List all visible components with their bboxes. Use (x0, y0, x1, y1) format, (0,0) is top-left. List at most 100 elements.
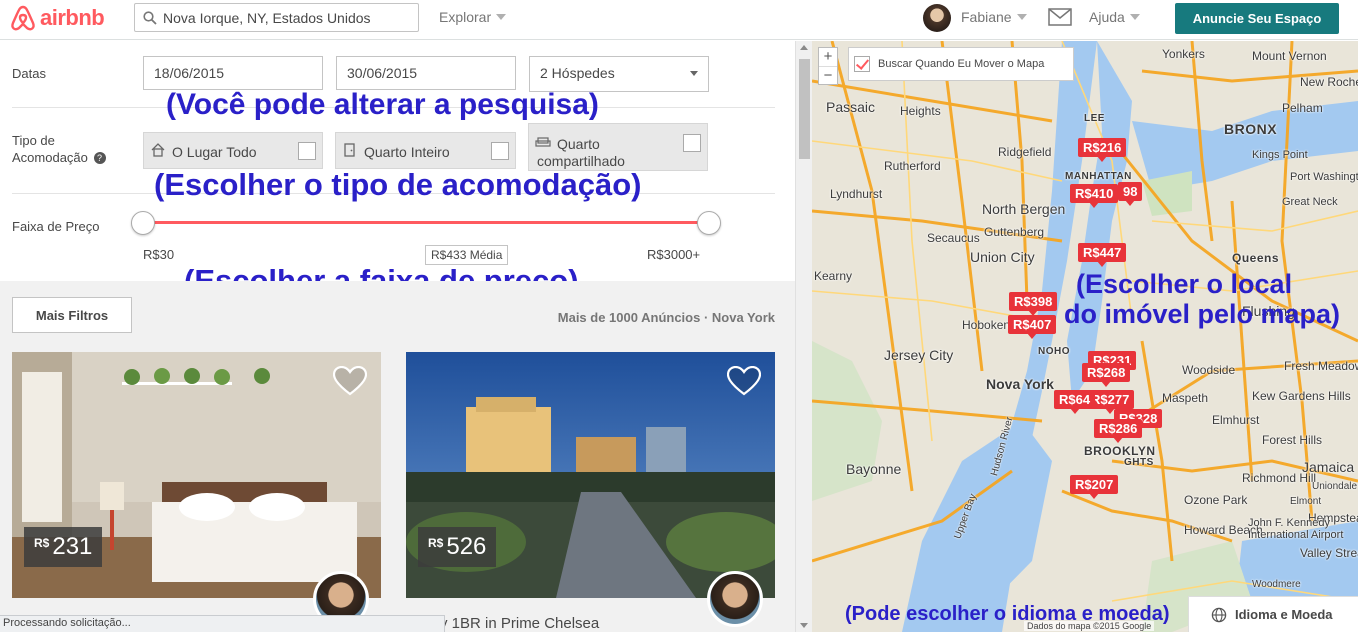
map-price-pin[interactable]: R$207 (1070, 475, 1119, 499)
map-zoom-controls[interactable]: + − (818, 47, 838, 85)
price-max-handle[interactable] (697, 211, 721, 235)
more-filters-button[interactable]: Mais Filtros (12, 297, 132, 333)
annotation-search: (Você pode alterar a pesquisa) (166, 88, 599, 121)
user-avatar[interactable] (923, 4, 951, 32)
map-place-label: North Bergen (982, 201, 1066, 217)
map-price-pin[interactable]: R$286 (1094, 419, 1143, 443)
map-place-label: BROOKLYN (1084, 444, 1156, 458)
price-currency: R$ (34, 536, 50, 550)
map-price-pin[interactable]: R$447 (1078, 243, 1127, 267)
map-place-label: Ridgefield (998, 145, 1052, 159)
map-place-label: LEE (1084, 113, 1105, 124)
map-place-label: Valley Stream (1300, 546, 1358, 560)
zoom-out-button[interactable]: − (819, 66, 837, 84)
search-when-map-moves-toggle[interactable]: Buscar Quando Eu Mover o Mapa (848, 47, 1074, 81)
listing-card[interactable]: R$ 231 (12, 352, 381, 598)
map-place-label: Pelham (1282, 101, 1323, 115)
guests-select[interactable]: 2 Hóspedes (529, 56, 709, 92)
mail-icon[interactable] (1048, 8, 1072, 26)
left-panel-scrollbar[interactable] (795, 41, 812, 632)
map-place-label: Mount Vernon (1252, 49, 1327, 63)
room-type-entire-place[interactable]: O Lugar Todo (143, 132, 323, 169)
map-place-label: Uniondale (1312, 481, 1358, 492)
map-place-label: Port Washington (1290, 171, 1358, 183)
map-place-label: Elmont (1290, 496, 1322, 507)
map-place-label: Fresh Meadows (1284, 359, 1358, 373)
user-menu[interactable]: Fabiane (961, 9, 1027, 25)
scroll-down-arrow-icon[interactable] (800, 623, 808, 628)
map[interactable]: + − Buscar Quando Eu Mover o Mapa Passai… (812, 41, 1358, 632)
checkbox[interactable] (298, 142, 316, 160)
map-place-label: Lyndhurst (830, 187, 883, 201)
explore-label: Explorar (439, 9, 492, 25)
room-type-private-room[interactable]: Quarto Inteiro (335, 132, 516, 169)
price-range-label: Faixa de Preço (12, 219, 100, 234)
map-price-pin[interactable]: R$398 (1009, 292, 1058, 316)
explore-menu[interactable]: Explorar (439, 9, 507, 25)
checkbox-checked[interactable] (854, 56, 870, 72)
listings-section: Mais Filtros Mais de 1000 Anúncios · Nov… (0, 281, 795, 632)
list-your-space-button[interactable]: Anuncie Seu Espaço (1175, 3, 1339, 34)
favorite-heart-icon[interactable] (727, 366, 761, 396)
map-place-label: Guttenberg (984, 225, 1045, 239)
map-place-label: Rutherford (884, 159, 941, 173)
price-slider-track[interactable] (143, 221, 709, 224)
help-icon[interactable]: ? (93, 152, 106, 164)
user-name: Fabiane (961, 9, 1012, 25)
checkbox[interactable] (491, 142, 509, 160)
checkin-field[interactable]: 18/06/2015 (143, 56, 323, 90)
room-type-label: Quarto Inteiro (364, 144, 450, 160)
map-place-label: Kearny (814, 269, 853, 283)
map-place-label: New Rochelle (1300, 75, 1358, 89)
airbnb-logo-icon (11, 5, 35, 31)
price-min-handle[interactable] (131, 211, 155, 235)
map-price-pin[interactable]: 98 (1118, 182, 1143, 206)
map-price-pin[interactable]: R$268 (1082, 363, 1131, 387)
language-currency-button[interactable]: Idioma e Moeda (1188, 596, 1358, 632)
map-price-pin[interactable]: R$410 (1070, 184, 1119, 208)
logo-text: airbnb (40, 5, 105, 30)
chevron-down-icon (1016, 14, 1027, 20)
listing-title[interactable]: y 1BR in Prime Chelsea (440, 615, 599, 632)
map-place-label: Woodmere (1252, 579, 1301, 590)
map-place-label: Yonkers (1162, 47, 1205, 61)
chevron-down-icon (496, 14, 507, 20)
listing-card[interactable]: R$ 526 (406, 352, 775, 598)
location-search[interactable] (134, 3, 419, 32)
map-place-label: Jersey City (884, 347, 954, 363)
map-price-pin[interactable]: R$216 (1078, 138, 1127, 162)
airbnb-logo[interactable]: airbnb (10, 4, 105, 32)
checkout-field[interactable]: 30/06/2015 (336, 56, 516, 90)
map-place-label: Union City (970, 249, 1035, 265)
map-place-label: Great Neck (1282, 196, 1338, 208)
map-place-label: Jamaica (1302, 459, 1355, 475)
map-place-label: Hoboken (962, 318, 1011, 332)
map-place-label: Kew Gardens Hills (1252, 389, 1351, 403)
map-place-label: Maspeth (1162, 391, 1209, 405)
listing-price: R$ 231 (24, 527, 103, 567)
language-currency-label: Idioma e Moeda (1235, 607, 1333, 622)
scroll-thumb[interactable] (799, 59, 810, 159)
search-input[interactable] (163, 9, 413, 26)
price-value: 231 (52, 533, 93, 560)
map-price-pin[interactable]: R$64 (1054, 390, 1096, 414)
results-count: Mais de 1000 Anúncios · Nova York (557, 310, 775, 325)
checkbox[interactable] (683, 134, 701, 152)
map-price-pin[interactable]: R$407 (1008, 315, 1057, 339)
annotation-room-type: (Escolher o tipo de acomodação) (154, 167, 642, 202)
search-when-map-moves-label: Buscar Quando Eu Mover o Mapa (878, 58, 1045, 70)
host-avatar[interactable] (707, 571, 763, 627)
map-place-label: NOHO (1038, 346, 1070, 357)
map-place-label: GHTS (1124, 457, 1154, 468)
scroll-up-arrow-icon[interactable] (800, 45, 808, 50)
help-menu[interactable]: Ajuda (1089, 9, 1140, 25)
dates-label: Datas (12, 66, 46, 81)
favorite-heart-icon[interactable] (333, 366, 367, 396)
room-type-label: Quarto compartilhado (537, 136, 625, 169)
guests-value: 2 Hóspedes (540, 65, 615, 81)
room-type-label-text: Acomodação (12, 150, 88, 165)
zoom-in-button[interactable]: + (819, 48, 837, 66)
room-type-shared-room[interactable]: Quarto compartilhado (528, 123, 708, 171)
map-place-label: Ozone Park (1184, 493, 1248, 507)
chevron-down-icon (1129, 14, 1140, 20)
